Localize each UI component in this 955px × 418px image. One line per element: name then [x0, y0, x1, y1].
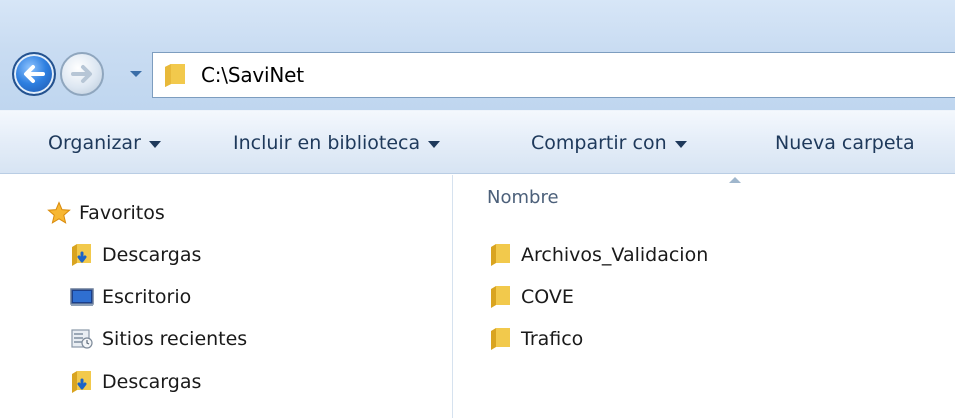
nav-favorites[interactable]: Favoritos — [47, 195, 165, 231]
share-label: Compartir con — [531, 132, 667, 154]
forward-arrow-icon — [71, 65, 92, 83]
file-list-pane: Nombre Archivos_Validacion COVE Trafico — [453, 175, 955, 418]
nav-item-downloads[interactable]: Descargas — [70, 237, 201, 273]
chevron-down-icon — [130, 71, 142, 77]
folder-icon — [165, 64, 185, 87]
back-button[interactable] — [12, 52, 56, 96]
nav-item-label: Descargas — [102, 244, 202, 266]
nav-item-label: Descargas — [102, 371, 202, 393]
column-header-name[interactable]: Nombre — [487, 187, 559, 208]
nav-item-label: Sitios recientes — [102, 328, 248, 350]
recent-places-icon — [71, 329, 93, 349]
folder-icon — [491, 244, 510, 266]
nav-favorites-label: Favoritos — [79, 202, 165, 224]
nav-item-downloads-2[interactable]: Descargas — [70, 364, 201, 400]
folder-icon — [491, 286, 510, 308]
organize-menu-button[interactable]: Organizar — [48, 111, 161, 175]
new-folder-label: Nueva carpeta — [775, 132, 915, 154]
include-library-label: Incluir en biblioteca — [233, 132, 421, 154]
file-item-cove[interactable]: COVE — [489, 279, 574, 315]
star-icon — [47, 201, 71, 224]
dropdown-caret-icon — [674, 140, 687, 148]
nav-item-recent-places[interactable]: Sitios recientes — [70, 321, 247, 357]
include-library-button[interactable]: Incluir en biblioteca — [233, 111, 441, 175]
navigation-pane: Favoritos Descargas Escritorio Sitios re… — [0, 175, 452, 418]
file-name: Trafico — [521, 328, 584, 350]
dropdown-caret-icon — [148, 140, 161, 148]
forward-button[interactable] — [60, 52, 104, 96]
folder-icon — [491, 328, 510, 350]
organize-label: Organizar — [48, 132, 141, 154]
command-bar: Organizar Incluir en biblioteca Comparti… — [0, 110, 955, 174]
nav-item-label: Escritorio — [102, 286, 192, 308]
window-title-bar: C:\SaviNet — [0, 0, 955, 110]
dropdown-caret-icon — [428, 140, 441, 148]
desktop-icon — [70, 288, 94, 306]
back-arrow-icon — [24, 65, 45, 83]
file-name: COVE — [521, 286, 574, 308]
address-bar[interactable]: C:\SaviNet — [152, 52, 955, 98]
file-item-trafico[interactable]: Trafico — [489, 321, 583, 357]
nav-item-desktop[interactable]: Escritorio — [70, 279, 191, 315]
file-item-archivos-validacion[interactable]: Archivos_Validacion — [489, 237, 708, 273]
downloads-folder-icon — [72, 244, 91, 266]
file-name: Archivos_Validacion — [521, 244, 709, 266]
sort-ascending-icon — [729, 177, 741, 183]
new-folder-button[interactable]: Nueva carpeta — [775, 111, 915, 175]
recent-pages-button[interactable] — [126, 64, 146, 84]
downloads-folder-icon — [72, 371, 91, 393]
address-path: C:\SaviNet — [201, 63, 304, 87]
share-with-button[interactable]: Compartir con — [531, 111, 687, 175]
